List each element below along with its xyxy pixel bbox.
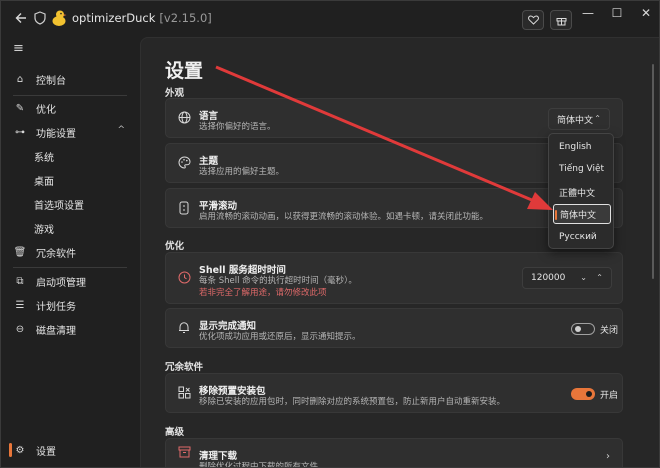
duck-logo-icon [51,9,67,27]
settings-page: 设置 外观 语言 选择你偏好的语言。 简体中文 ⌃ 主题 选择应用的偏好主题。 [140,37,659,468]
shell-timeout-input[interactable]: 120000 ⌄ ⌃ [522,267,612,289]
sidebar-item-label: 磁盘清理 [36,325,76,337]
archive-icon [177,446,191,460]
sidebar-item-system[interactable]: 系统 [9,145,135,167]
clock-icon [177,271,191,285]
language-value: 简体中文 [557,115,594,126]
section-bloatware: 冗余软件 [165,362,204,373]
section-appearance: 外观 [165,88,185,99]
remove-provisioned-toggle-label: 开启 [600,391,619,401]
sidebar-item-label: 系统 [34,152,54,164]
sidebar-item-startup[interactable]: ⧉ 启动项管理 [9,270,135,292]
notify-desc: 优化项成功应用或还原后，显示通知提示。 [199,332,361,342]
task-icon: ☰ [15,299,25,311]
sidebar-item-settings[interactable]: ⚙ 设置 [9,439,135,461]
shell-timeout-value: 120000 [531,273,566,283]
sidebar-item-label: 游戏 [34,224,54,236]
language-option-vietnamese[interactable]: Tiếng Việt [553,159,611,179]
apps-remove-icon [177,386,191,400]
sidebar-item-tasks[interactable]: ☰ 计划任务 [9,294,135,316]
heart-button[interactable] [522,10,544,30]
sidebar-item-dashboard[interactable]: ⌂ 控制台 [9,68,135,90]
chevron-up-icon: ⌃ [594,114,601,123]
shell-timeout-warning: 若非完全了解用途，请勿修改此项 [199,288,327,298]
toggle-knob [586,391,592,397]
remove-provisioned-toggle[interactable] [571,388,595,400]
scroll-icon [177,201,191,215]
scrollbar[interactable] [652,64,654,279]
sidebar-item-label: 计划任务 [36,301,76,313]
palette-icon [177,156,191,170]
section-optimize: 优化 [165,241,185,252]
shield-icon [34,11,46,25]
sidebar-item-label: 优化 [36,104,56,116]
language-desc: 选择你偏好的语言。 [199,122,276,132]
heart-icon [527,15,539,25]
language-option-traditional-chinese[interactable]: 正體中文 [553,182,611,202]
sidebar-item-disk-cleanup[interactable]: ⊖ 磁盘清理 [9,318,135,340]
sidebar-item-label: 功能设置 [36,128,76,140]
sidebar-divider [13,267,127,268]
app-version: [v2.15.0] [159,11,212,25]
gift-icon [556,17,566,25]
language-select[interactable]: 简体中文 ⌃ [548,108,610,130]
close-button[interactable]: ✕ [636,6,656,20]
disk-icon: ⊖ [15,323,25,335]
language-dropdown: English Tiếng Việt 正體中文 简体中文 Русский [548,133,614,249]
remove-provisioned-card: 移除预置安装包 移除已安装的应用包时，同时删除对应的系统预置包，防止新用户自动重… [165,373,623,413]
shell-timeout-desc: 每条 Shell 命令的执行超时时间（毫秒）。 [199,276,357,286]
sidebar-item-label: 首选项设置 [34,200,84,212]
chevron-up-icon[interactable]: ⌃ [596,273,603,282]
sidebar-item-features[interactable]: ⊶ 功能设置 ^ [9,121,135,143]
gear-icon: ⚙ [15,444,25,456]
dashboard-icon: ⌂ [16,73,24,85]
notify-toggle-label: 关闭 [600,326,619,336]
trash-icon: 🗑 [13,246,27,258]
sidebar-item-games[interactable]: 游戏 [9,217,135,239]
cleanup-downloads-desc: 删除优化过程中下载的所有文件。 [199,462,327,468]
hamburger-menu-icon[interactable]: ≡ [13,41,24,56]
app-name: optimizerDuck [72,11,156,25]
app-title: optimizerDuck [v2.15.0] [72,11,212,25]
language-option-russian[interactable]: Русский [553,227,611,247]
toggle-knob [575,326,581,332]
shell-timeout-card: Shell 服务超时时间 每条 Shell 命令的执行超时时间（毫秒）。 若非完… [165,252,623,304]
page-title: 设置 [165,60,204,82]
title-bar: optimizerDuck [v2.15.0] — ☐ ✕ [1,1,659,37]
startup-icon: ⧉ [16,275,24,287]
notify-card: 显示完成通知 优化项成功应用或还原后，显示通知提示。 关闭 [165,308,623,348]
bell-icon [177,321,191,335]
language-option-simplified-chinese[interactable]: 简体中文 [553,204,611,224]
sidebar: ≡ ⌂ 控制台 ✎ 优化 ⊶ 功能设置 ^ 系统 桌面 首选项设置 游戏 🗑 冗… [1,37,139,467]
chevron-down-icon[interactable]: ⌄ [580,273,587,282]
back-arrow-icon[interactable] [13,10,29,26]
language-option-english[interactable]: English [553,137,611,157]
sidebar-item-preferences[interactable]: 首选项设置 [9,193,135,215]
maximize-button[interactable]: ☐ [607,6,627,20]
sidebar-item-label: 设置 [36,446,56,458]
gift-button[interactable] [550,10,572,30]
sidebar-item-bloatware[interactable]: 🗑 冗余软件 [9,241,135,263]
chevron-up-icon: ^ [117,125,125,135]
minimize-button[interactable]: — [578,6,598,20]
sidebar-item-label: 控制台 [36,75,66,87]
section-advanced: 高级 [165,427,185,438]
theme-desc: 选择应用的偏好主题。 [199,167,285,177]
sidebar-item-label: 冗余软件 [36,248,76,260]
remove-provisioned-desc: 移除已安装的应用包时，同时删除对应的系统预置包，防止新用户自动重新安装。 [199,397,506,407]
globe-icon [177,111,191,125]
sidebar-item-desktop[interactable]: 桌面 [9,169,135,191]
cleanup-downloads-card[interactable]: 清理下载 删除优化过程中下载的所有文件。 › [165,438,623,468]
language-card: 语言 选择你偏好的语言。 简体中文 ⌃ [165,98,623,138]
app-window: optimizerDuck [v2.15.0] — ☐ ✕ ≡ ⌂ 控制台 ✎ 优… [0,0,660,468]
sidebar-item-label: 启动项管理 [36,277,86,289]
optimize-icon: ✎ [15,102,25,114]
sidebar-item-optimize[interactable]: ✎ 优化 [9,97,135,119]
sidebar-item-label: 桌面 [34,176,54,188]
toggle-icon: ⊶ [15,126,25,138]
chevron-right-icon: › [606,451,610,462]
notify-toggle[interactable] [571,323,595,335]
sidebar-divider [13,95,127,96]
smooth-scroll-desc: 启用流畅的滚动动画，以获得更流畅的滚动体验。如遇卡顿，请关闭此功能。 [199,212,489,222]
